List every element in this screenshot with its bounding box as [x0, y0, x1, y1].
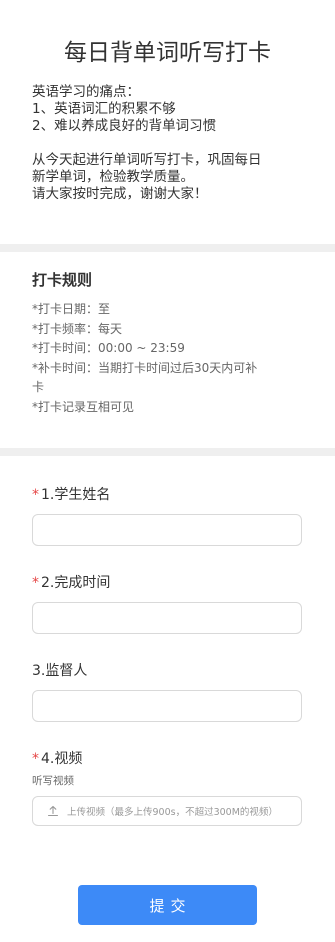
video-label-text: 4.视频 [41, 751, 83, 767]
intro-text: 英语学习的痛点： 1、英语词汇的积累不够 2、难以养成良好的背单词习惯 从今天起… [0, 70, 335, 203]
completion-time-label: * 2.完成时间 [32, 572, 304, 594]
student-name-field: * 1.学生姓名 [32, 484, 304, 546]
section-divider [0, 244, 335, 252]
supervisor-field: 3.监督人 [32, 660, 304, 722]
rule-item: *打卡时间：00:00 ~ 23:59 [32, 341, 185, 355]
required-mark: * [32, 751, 39, 767]
rule-item: *打卡记录互相可见 [32, 399, 135, 414]
rules-section: 打卡规则 *打卡日期：至 *打卡频率：每天 *打卡时间：00:00 ~ 23:5… [32, 270, 312, 417]
checkin-form: * 1.学生姓名 * 2.完成时间 3.监督人 * 4.视频 听写视频 上传视频（最多… [32, 484, 304, 852]
supervisor-label-text: 3.监督人 [32, 663, 88, 679]
upload-icon [47, 805, 59, 817]
page-title: 每日背单词听写打卡 [64, 40, 271, 66]
intro-line: 请大家按时完成，谢谢大家！ [32, 186, 208, 202]
intro-line: 2、难以养成良好的背单词习惯 [32, 118, 217, 134]
rule-item: 卡 [32, 380, 45, 394]
intro-line: 新学单词，检验教学质量。 [32, 169, 194, 185]
required-mark: * [32, 487, 39, 503]
video-field: * 4.视频 听写视频 上传视频（最多上传900s，不超过300M的视频） [32, 748, 304, 826]
supervisor-input[interactable] [32, 690, 302, 722]
student-name-input[interactable] [32, 514, 302, 546]
section-divider [0, 448, 335, 456]
rule-item: *打卡日期：至 [32, 302, 111, 316]
student-name-label: * 1.学生姓名 [32, 484, 304, 506]
intro-line: 从今天起进行单词听写打卡，巩固每日 [32, 152, 262, 168]
video-upload-button[interactable]: 上传视频（最多上传900s，不超过300M的视频） [32, 796, 302, 826]
rule-item: *打卡频率：每天 [32, 321, 123, 336]
video-description: 听写视频 [32, 775, 74, 787]
intro-line: 英语学习的痛点： [32, 84, 140, 100]
required-mark: * [32, 575, 39, 591]
completion-time-field: * 2.完成时间 [32, 572, 304, 634]
completion-time-label-text: 2.完成时间 [41, 575, 111, 591]
upload-hint-text: 上传视频（最多上传900s，不超过300M的视频） [67, 807, 278, 818]
submit-button[interactable]: 提交 [78, 885, 257, 925]
completion-time-input[interactable] [32, 602, 302, 634]
student-name-label-text: 1.学生姓名 [41, 487, 111, 503]
intro-line: 1、英语词汇的积累不够 [32, 101, 176, 117]
intro-gap [32, 135, 303, 152]
supervisor-label: 3.监督人 [32, 660, 304, 682]
video-label: * 4.视频 [32, 748, 304, 770]
rule-item: *补卡时间：当期打卡时间过后30天内可补 [32, 360, 258, 375]
rules-title: 打卡规则 [32, 271, 93, 289]
